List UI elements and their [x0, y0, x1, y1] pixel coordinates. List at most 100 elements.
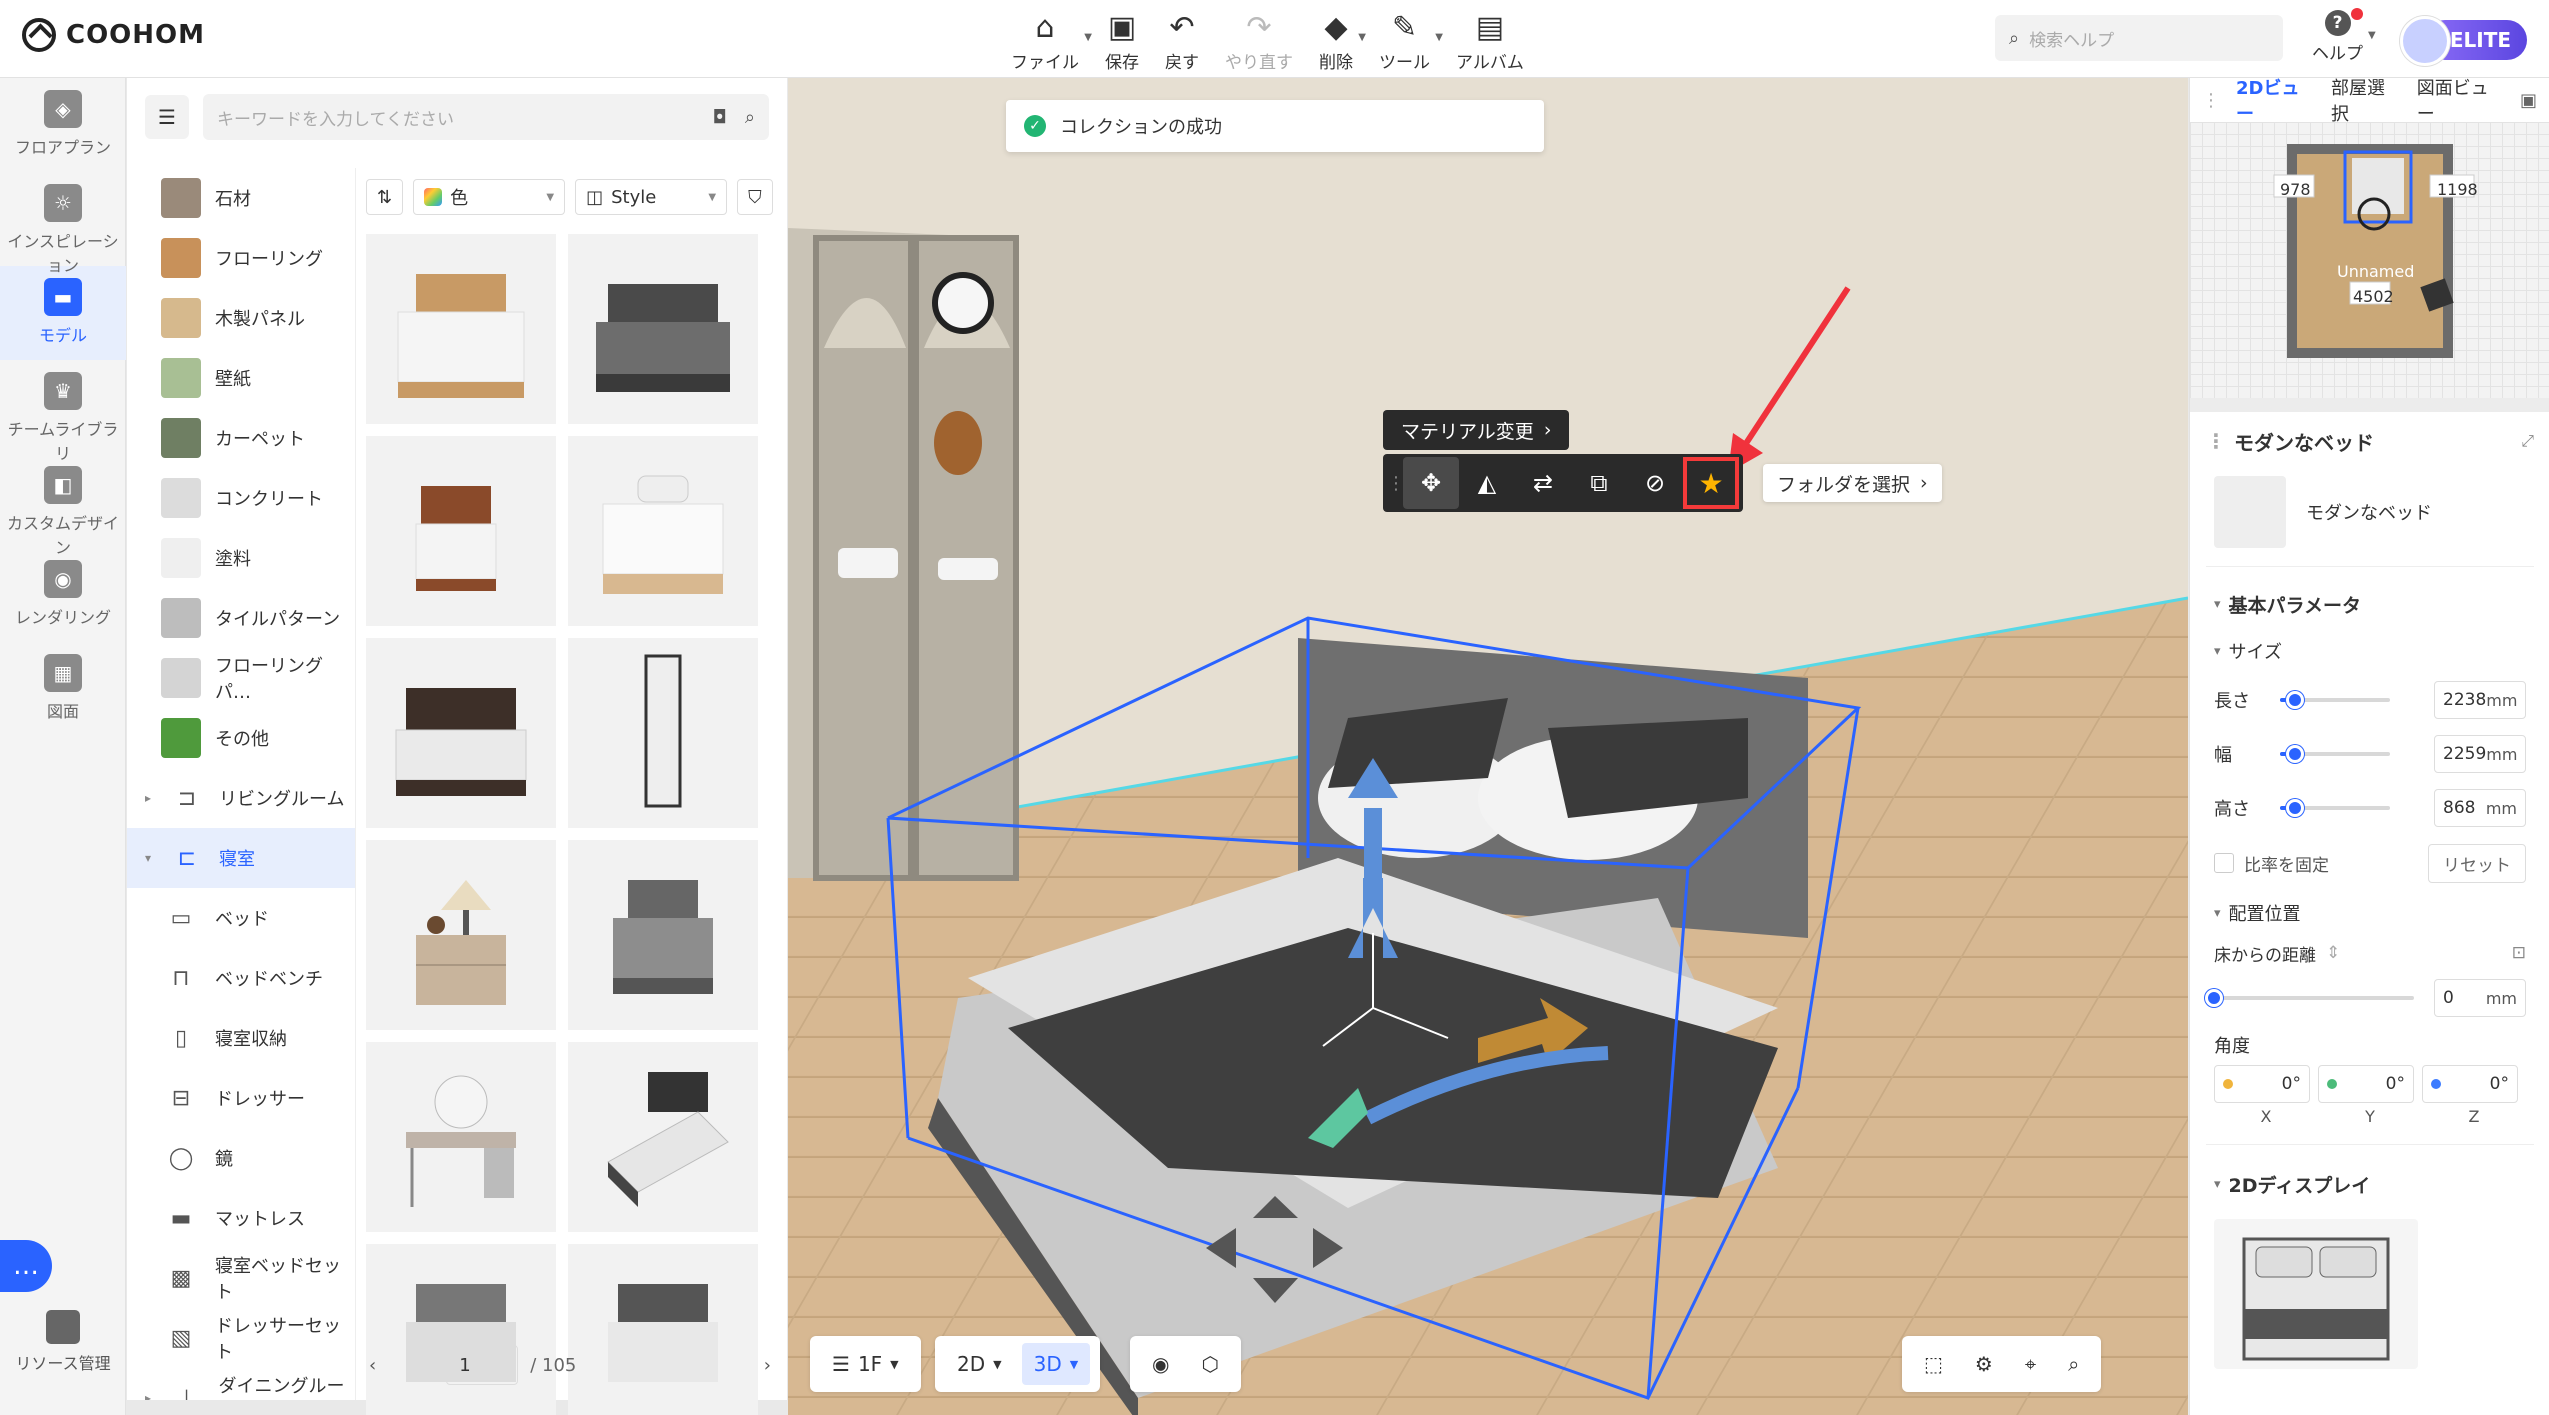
model-card[interactable] [568, 840, 758, 1030]
model-card[interactable] [568, 1042, 758, 1232]
user-avatar[interactable] [2400, 16, 2450, 66]
tab-drawing-view[interactable]: 図面ビュー [2417, 74, 2504, 126]
drag-handle-icon[interactable]: ⋮ [1387, 473, 1405, 494]
expand-icon[interactable]: ▣ [2520, 90, 2537, 111]
category-tile-pattern[interactable]: タイルパターン [127, 588, 355, 648]
floor-distance-slider[interactable] [2205, 989, 2414, 1007]
model-card[interactable] [568, 638, 758, 828]
subcat-bedroom-storage[interactable]: ▯ 寝室収納 [127, 1008, 355, 1068]
favorite-button[interactable]: ★ [1683, 457, 1739, 509]
tab-2d-view[interactable]: 2Dビュー [2236, 74, 2315, 126]
zoom-fit-button[interactable]: ⌕ [2056, 1343, 2091, 1385]
drag-handle-icon[interactable]: ⋮ [2202, 90, 2220, 111]
2d-display-preview[interactable] [2214, 1219, 2418, 1369]
3d-viewport[interactable] [788, 78, 2188, 1415]
subcat-mattress[interactable]: ▬ マットレス [127, 1188, 355, 1248]
nav-floorplan[interactable]: ◈ フロアプラン [0, 78, 126, 172]
mirror-tool-button[interactable]: ◭ [1459, 457, 1515, 509]
subcat-bedroom-set[interactable]: ▩ 寝室ベッドセット [127, 1248, 355, 1308]
category-flooring[interactable]: フローリング [127, 228, 355, 288]
visibility-button[interactable]: ◉ [1140, 1343, 1181, 1385]
app-logo[interactable]: COOHOM [22, 18, 205, 52]
material-change-button[interactable]: マテリアル変更 › [1383, 410, 1570, 450]
height-slider[interactable] [2280, 799, 2390, 817]
replace-tool-button[interactable]: ⇄ [1515, 457, 1571, 509]
move-tool-button[interactable]: ✥ [1403, 457, 1459, 509]
tools-menu-button[interactable]: ✎ ツール ▼ [1366, 10, 1443, 73]
resource-manager-button[interactable]: リソース管理 [0, 1310, 126, 1374]
category-other[interactable]: その他 [127, 708, 355, 768]
expand-icon[interactable]: ⤢ [2521, 431, 2534, 451]
nav-model[interactable]: ▬ モデル [0, 266, 126, 360]
redo-button[interactable]: ↷ やり直す [1212, 10, 1306, 73]
model-card[interactable] [366, 234, 556, 424]
undo-button[interactable]: ↶ 戻す [1152, 10, 1212, 73]
subcat-bed-bench[interactable]: ⊓ ベッドベンチ [127, 948, 355, 1008]
focus-button[interactable]: ⌖ [2013, 1343, 2048, 1385]
lock-ratio-checkbox[interactable] [2214, 853, 2234, 873]
group-bedroom[interactable]: ▾ ⊏ 寝室 [127, 828, 355, 888]
view-3d-button[interactable]: 3D ▼ [1021, 1343, 1091, 1385]
angle-z-input[interactable]: 0° [2422, 1065, 2518, 1103]
nav-custom-design[interactable]: ◧ カスタムデザイン [0, 454, 126, 557]
drag-handle-icon[interactable]: ⋮ [2206, 429, 2226, 453]
floor-select[interactable]: ☰ 1F ▼ [820, 1343, 911, 1385]
camera-tool-1[interactable]: ⬚ [1912, 1343, 1955, 1385]
category-wallpaper[interactable]: 壁紙 [127, 348, 355, 408]
album-button[interactable]: ▤ アルバム [1443, 10, 1537, 73]
tab-room-select[interactable]: 部屋選択 [2331, 74, 2401, 126]
camera-tool-2[interactable]: ⚙ [1963, 1343, 2005, 1385]
help-search-input[interactable]: ⌕ 検索ヘルプ [1995, 15, 2283, 61]
angle-x-input[interactable]: 0° [2214, 1065, 2310, 1103]
category-concrete[interactable]: コンクリート [127, 468, 355, 528]
section-basic-params[interactable]: ▾ 基本パラメータ [2190, 579, 2549, 629]
style-filter-select[interactable]: ◫ Style ▼ [575, 179, 728, 215]
color-filter-select[interactable]: 色 ▼ [413, 179, 566, 215]
help-button[interactable]: ? ヘルプ ▼ [2312, 8, 2376, 64]
category-wood-panel[interactable]: 木製パネル [127, 288, 355, 348]
view-2d-button[interactable]: 2D ▼ [945, 1343, 1014, 1385]
minimap[interactable]: 978 1198 Unnamed 4502 [2190, 122, 2549, 398]
save-button[interactable]: ▣ 保存 [1092, 10, 1152, 73]
select-folder-button[interactable]: フォルダを選択 › [1763, 464, 1942, 502]
keyword-search-input[interactable]: キーワードを入力してください ◘ ⌕ [203, 94, 769, 140]
floor-distance-input[interactable]: 0 mm [2434, 979, 2526, 1017]
cube-view-button[interactable]: ⬡ [1189, 1343, 1230, 1385]
width-input[interactable]: 2259 mm [2434, 735, 2526, 773]
sort-button[interactable]: ⇅ [366, 179, 404, 215]
section-size[interactable]: ▾ サイズ [2190, 629, 2549, 673]
collapse-panel-button[interactable]: ☰ [145, 95, 189, 139]
nav-inspiration[interactable]: ☼ インスピレーション [0, 172, 126, 275]
model-card[interactable] [568, 436, 758, 626]
model-card[interactable] [366, 840, 556, 1030]
prev-page-icon[interactable]: ‹ [369, 1355, 376, 1376]
group-living-room[interactable]: ▸ ⊐ リビングルーム [127, 768, 355, 828]
nav-drawing[interactable]: ▦ 図面 [0, 642, 126, 736]
model-card[interactable] [366, 436, 556, 626]
lock-icon[interactable]: ⊡ [2512, 943, 2526, 963]
group-dining-room[interactable]: ▸⊥ダイニングルーム [127, 1368, 355, 1400]
model-card[interactable] [366, 1042, 556, 1232]
subcat-dresser-set[interactable]: ▧ ドレッサーセット [127, 1308, 355, 1368]
search-icon[interactable]: ⌕ [745, 107, 755, 128]
subcat-mirror[interactable]: ◯ 鏡 [127, 1128, 355, 1188]
category-flooring-pattern[interactable]: フローリングパ… [127, 648, 355, 708]
width-slider[interactable] [2280, 745, 2390, 763]
subcat-dresser[interactable]: ⊟ ドレッサー [127, 1068, 355, 1128]
file-menu-button[interactable]: ⌂ ファイル ▼ [998, 10, 1092, 73]
category-carpet[interactable]: カーペット [127, 408, 355, 468]
angle-y-input[interactable]: 0° [2318, 1065, 2414, 1103]
hide-tool-button[interactable]: ⊘ [1627, 457, 1683, 509]
next-page-icon[interactable]: › [764, 1355, 771, 1376]
model-card[interactable] [366, 638, 556, 828]
model-card[interactable] [568, 234, 758, 424]
section-position[interactable]: ▾ 配置位置 [2190, 891, 2549, 935]
subcat-bed[interactable]: ▭ ベッド [127, 888, 355, 948]
height-input[interactable]: 868 mm [2434, 789, 2526, 827]
length-input[interactable]: 2238 mm [2434, 681, 2526, 719]
category-paint[interactable]: 塗料 [127, 528, 355, 588]
category-stone[interactable]: 石材 [127, 168, 355, 228]
filter-button[interactable]: ⛉ [737, 179, 773, 215]
nav-rendering[interactable]: ◉ レンダリング [0, 548, 126, 642]
chat-button[interactable]: … [0, 1240, 52, 1292]
